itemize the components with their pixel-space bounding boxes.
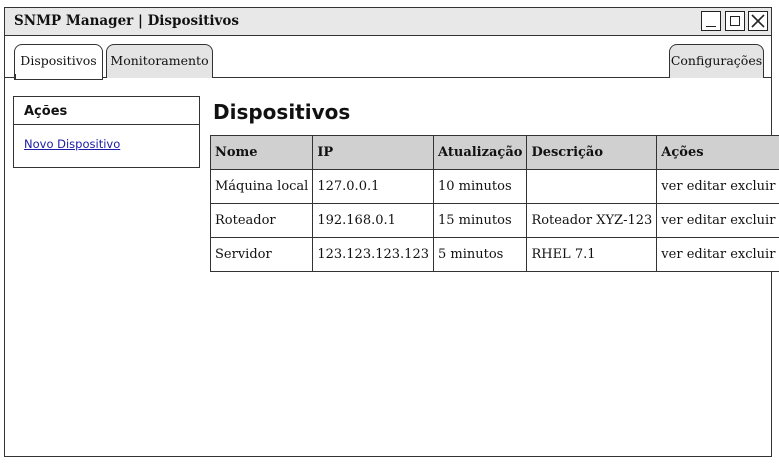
view-action[interactable]: ver: [661, 179, 682, 194]
close-button[interactable]: [748, 11, 768, 31]
cell-nome: Roteador: [209, 203, 314, 238]
cell-atualizacao: 15 minutos: [432, 203, 528, 238]
maximize-button[interactable]: [725, 11, 745, 31]
cell-atualizacao: 5 minutos: [432, 237, 528, 272]
active-tab-indicator: [15, 74, 103, 80]
column-header-descricao[interactable]: Descrição: [526, 135, 658, 170]
table-row[interactable]: Máquina local 127.0.0.1 10 minutos ver e…: [209, 169, 779, 204]
cell-atualizacao: 10 minutos: [432, 169, 528, 204]
column-header-acoes: Ações: [656, 135, 779, 170]
view-action[interactable]: ver: [661, 247, 682, 262]
table-header-row: Nome IP Atualização Descrição Ações: [209, 135, 779, 170]
tab-label: Dispositivos: [20, 53, 97, 68]
actions-panel: Ações Novo Dispositivo: [13, 96, 200, 168]
close-icon: [751, 14, 765, 28]
cell-acoes: ver editar excluir: [656, 203, 779, 238]
cell-acoes: ver editar excluir: [656, 237, 779, 272]
column-header-ip[interactable]: IP: [312, 135, 434, 170]
minimize-icon: [706, 25, 716, 27]
new-device-link[interactable]: Novo Dispositivo: [24, 137, 199, 151]
tab-label: Configurações: [670, 53, 763, 68]
app-window: SNMP Manager | Dispositivos Dispositivos…: [4, 7, 779, 457]
delete-action[interactable]: excluir: [730, 247, 775, 262]
column-header-atualizacao[interactable]: Atualização: [432, 135, 528, 170]
edit-action[interactable]: editar: [687, 179, 726, 194]
table-row[interactable]: Servidor 123.123.123.123 5 minutos RHEL …: [209, 237, 779, 272]
tab-configuracoes[interactable]: Configurações: [669, 44, 764, 78]
page-title: Dispositivos: [213, 100, 351, 124]
tab-bar: Dispositivos Monitoramento Configurações: [5, 36, 771, 82]
cell-acoes: ver editar excluir: [656, 169, 779, 204]
column-header-nome[interactable]: Nome: [209, 135, 314, 170]
view-action[interactable]: ver: [661, 213, 682, 228]
title-bar: SNMP Manager | Dispositivos: [5, 8, 771, 36]
minimize-button[interactable]: [701, 11, 721, 31]
cell-nome: Servidor: [209, 237, 314, 272]
maximize-icon: [730, 16, 740, 26]
delete-action[interactable]: excluir: [730, 213, 775, 228]
tab-monitoramento[interactable]: Monitoramento: [106, 44, 213, 78]
cell-nome: Máquina local: [209, 169, 314, 204]
window-title: SNMP Manager | Dispositivos: [14, 13, 240, 29]
cell-descricao: Roteador XYZ-123: [526, 203, 658, 238]
table-row[interactable]: Roteador 192.168.0.1 15 minutos Roteador…: [209, 203, 779, 238]
delete-action[interactable]: excluir: [730, 179, 775, 194]
actions-panel-title: Ações: [14, 97, 199, 125]
cell-ip: 123.123.123.123: [312, 237, 434, 272]
cell-descricao: RHEL 7.1: [526, 237, 658, 272]
cell-descricao: [526, 169, 658, 204]
edit-action[interactable]: editar: [687, 213, 726, 228]
tab-label: Monitoramento: [110, 53, 209, 68]
cell-ip: 127.0.0.1: [312, 169, 434, 204]
devices-table: Nome IP Atualização Descrição Ações Máqu…: [209, 135, 779, 272]
cell-ip: 192.168.0.1: [312, 203, 434, 238]
edit-action[interactable]: editar: [687, 247, 726, 262]
